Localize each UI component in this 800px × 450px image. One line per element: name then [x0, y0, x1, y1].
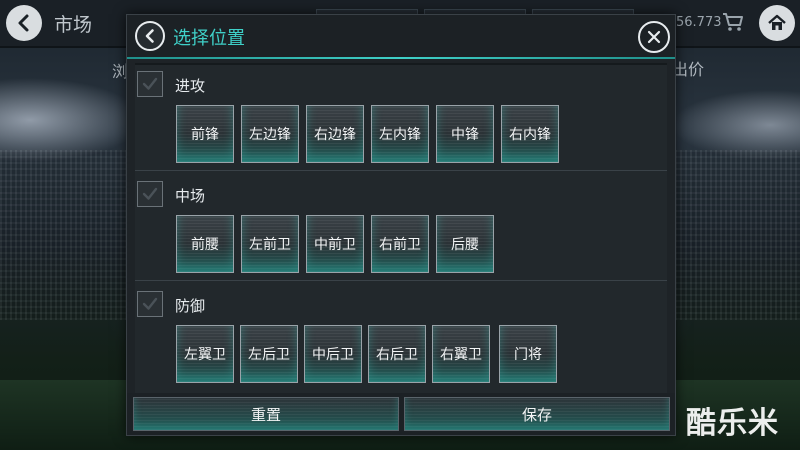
back-button[interactable] [6, 5, 42, 41]
close-icon [647, 30, 661, 44]
header-accent-line [127, 57, 675, 59]
group-divider [135, 170, 667, 171]
dialog-header: 选择位置 [127, 15, 675, 59]
group-attack: 进攻 前锋 左边锋 右边锋 左内锋 中锋 右内锋 [135, 65, 667, 171]
watermark-logo: 酷乐米 [686, 406, 779, 441]
close-button[interactable] [638, 21, 670, 53]
position-button-lf[interactable]: 左内锋 [371, 105, 429, 163]
page-title: 市场 [54, 14, 93, 36]
position-button-cf[interactable]: 中锋 [436, 105, 494, 163]
dialog-back-button[interactable] [135, 21, 165, 51]
position-button-rb[interactable]: 右后卫 [368, 325, 426, 383]
position-button-rf[interactable]: 右内锋 [501, 105, 559, 163]
check-icon [142, 187, 158, 200]
position-list[interactable]: 进攻 前锋 左边锋 右边锋 左内锋 中锋 右内锋 中场 前腰 左前卫 中前卫 右… [135, 63, 667, 393]
defense-checkbox[interactable] [137, 291, 163, 317]
sub-tab-bid[interactable]: 出价 [672, 56, 704, 80]
midfield-checkbox[interactable] [137, 181, 163, 207]
group-midfield: 中场 前腰 左前卫 中前卫 右前卫 后腰 [135, 175, 667, 281]
home-icon [768, 14, 786, 30]
group-label: 进攻 [175, 77, 206, 95]
position-button-lw[interactable]: 左边锋 [241, 105, 299, 163]
position-button-cdm[interactable]: 后腰 [436, 215, 494, 273]
cart-icon[interactable] [722, 12, 744, 32]
chevron-left-icon [18, 14, 29, 32]
group-label: 防御 [175, 297, 206, 315]
position-button-st[interactable]: 前锋 [176, 105, 234, 163]
position-button-cm[interactable]: 中前卫 [306, 215, 364, 273]
position-button-cb[interactable]: 中后卫 [304, 325, 362, 383]
check-icon [142, 297, 158, 310]
position-button-lb[interactable]: 左后卫 [240, 325, 298, 383]
attack-checkbox[interactable] [137, 71, 163, 97]
group-defense: 防御 左翼卫 左后卫 中后卫 右后卫 右翼卫 门将 [135, 285, 667, 391]
position-button-gk[interactable]: 门将 [499, 325, 557, 383]
position-button-rwb[interactable]: 右翼卫 [432, 325, 490, 383]
home-button[interactable] [759, 5, 795, 41]
position-button-cam[interactable]: 前腰 [176, 215, 234, 273]
position-button-rm[interactable]: 右前卫 [371, 215, 429, 273]
position-button-rw[interactable]: 右边锋 [306, 105, 364, 163]
position-button-lwb[interactable]: 左翼卫 [176, 325, 234, 383]
reset-button[interactable]: 重置 [133, 397, 399, 431]
dialog-footer: 重置 保存 [127, 393, 675, 435]
save-button[interactable]: 保存 [404, 397, 670, 431]
select-position-dialog: 选择位置 进攻 前锋 左边锋 右边锋 左内锋 中锋 右内锋 中场 前腰 左前卫 … [126, 14, 676, 436]
coin-balance: 56.773 [676, 15, 722, 30]
dialog-title: 选择位置 [173, 28, 245, 49]
group-divider [135, 280, 667, 281]
chevron-left-icon [145, 29, 154, 43]
check-icon [142, 77, 158, 90]
group-label: 中场 [175, 187, 206, 205]
position-button-lm[interactable]: 左前卫 [241, 215, 299, 273]
